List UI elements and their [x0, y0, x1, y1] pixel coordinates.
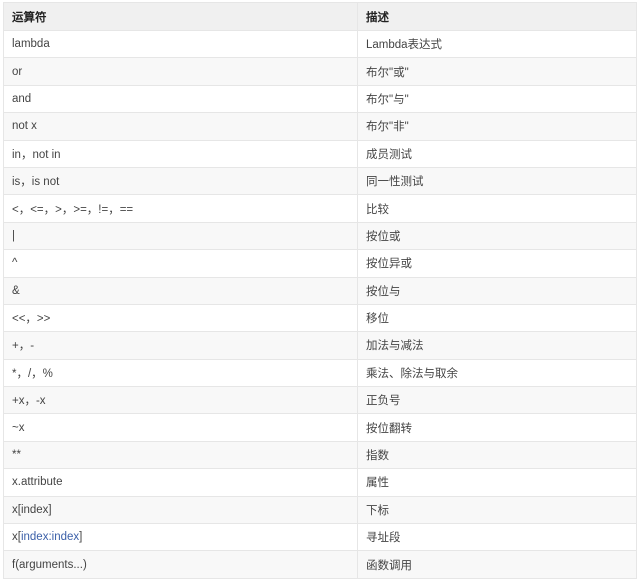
operator-cell: ^ [3, 249, 358, 278]
table-row: lambda Lambda表达式 [3, 29, 637, 59]
table-row: +，- 加法与减法 [3, 331, 637, 360]
operator-cell: <<，>> [3, 303, 358, 333]
description-cell: 布尔"或" [357, 57, 637, 86]
operator-cell: lambda [3, 29, 358, 59]
operator-cell: x.attribute [3, 468, 358, 497]
operator-cell: in，not in [3, 139, 358, 168]
description-cell: 下标 [357, 495, 637, 525]
description-cell: 属性 [357, 468, 637, 497]
operator-cell: +x，-x [3, 386, 358, 415]
table-row: is，is not 同一性测试 [3, 166, 637, 196]
description-cell: 比较 [357, 194, 637, 223]
header-operator: 运算符 [3, 2, 358, 31]
description-cell: 加法与减法 [357, 331, 637, 360]
description-cell: 函数调用 [357, 550, 637, 579]
operator-cell: <，<=，>，>=，!=，== [3, 194, 358, 223]
operator-cell: f(arguments...) [3, 550, 358, 579]
table-row: ~x 按位翻转 [3, 413, 637, 442]
operator-cell: | [3, 221, 358, 251]
operator-suffix: ] [79, 531, 83, 544]
description-cell: 正负号 [357, 386, 637, 415]
operator-cell: and [3, 84, 358, 114]
description-cell: 同一性测试 [357, 166, 637, 196]
table-row: *，/，% 乘法、除法与取余 [3, 358, 637, 388]
operator-cell: x[index:index] [3, 523, 358, 552]
table-row: not x 布尔"非" [3, 112, 637, 141]
operator-cell: *，/，% [3, 358, 358, 388]
table-row: ** 指数 [3, 440, 637, 470]
table-row: & 按位与 [3, 276, 637, 305]
table-row: or 布尔"或" [3, 57, 637, 86]
description-cell: 按位异或 [357, 249, 637, 278]
description-cell: 成员测试 [357, 139, 637, 168]
description-cell: 布尔"与" [357, 84, 637, 114]
table-row: x.attribute 属性 [3, 468, 637, 497]
table-row: <<，>> 移位 [3, 303, 637, 333]
table-row: in，not in 成员测试 [3, 139, 637, 168]
operator-cell: or [3, 57, 358, 86]
header-description: 描述 [357, 2, 637, 31]
table-row: ^ 按位异或 [3, 249, 637, 278]
table-row: <，<=，>，>=，!=，== 比较 [3, 194, 637, 223]
description-cell: Lambda表达式 [357, 29, 637, 59]
description-cell: 按位与 [357, 276, 637, 305]
table-row: x[index] 下标 [3, 495, 637, 525]
description-cell: 布尔"非" [357, 112, 637, 141]
operator-cell: ~x [3, 413, 358, 442]
table-row: x[index:index] 寻址段 [3, 523, 637, 552]
operator-cell: +，- [3, 331, 358, 360]
operator-cell: ** [3, 440, 358, 470]
operator-cell: not x [3, 112, 358, 141]
table-header-row: 运算符 描述 [3, 2, 637, 31]
description-cell: 乘法、除法与取余 [357, 358, 637, 388]
description-cell: 寻址段 [357, 523, 637, 552]
description-cell: 指数 [357, 440, 637, 470]
table-row: f(arguments...) 函数调用 [3, 550, 637, 579]
operator-prefix: x[ [12, 531, 21, 544]
description-cell: 移位 [357, 303, 637, 333]
operator-link[interactable]: index:index [21, 531, 79, 543]
operator-cell: x[index] [3, 495, 358, 525]
table-row: +x，-x 正负号 [3, 386, 637, 415]
operator-precedence-table: 运算符 描述 lambda Lambda表达式 or 布尔"或" and 布尔"与" not… [3, 2, 637, 579]
description-cell: 按位或 [357, 221, 637, 251]
operator-cell: is，is not [3, 166, 358, 196]
table-row: | 按位或 [3, 221, 637, 251]
table-row: and 布尔"与" [3, 84, 637, 114]
operator-cell: & [3, 276, 358, 305]
description-cell: 按位翻转 [357, 413, 637, 442]
